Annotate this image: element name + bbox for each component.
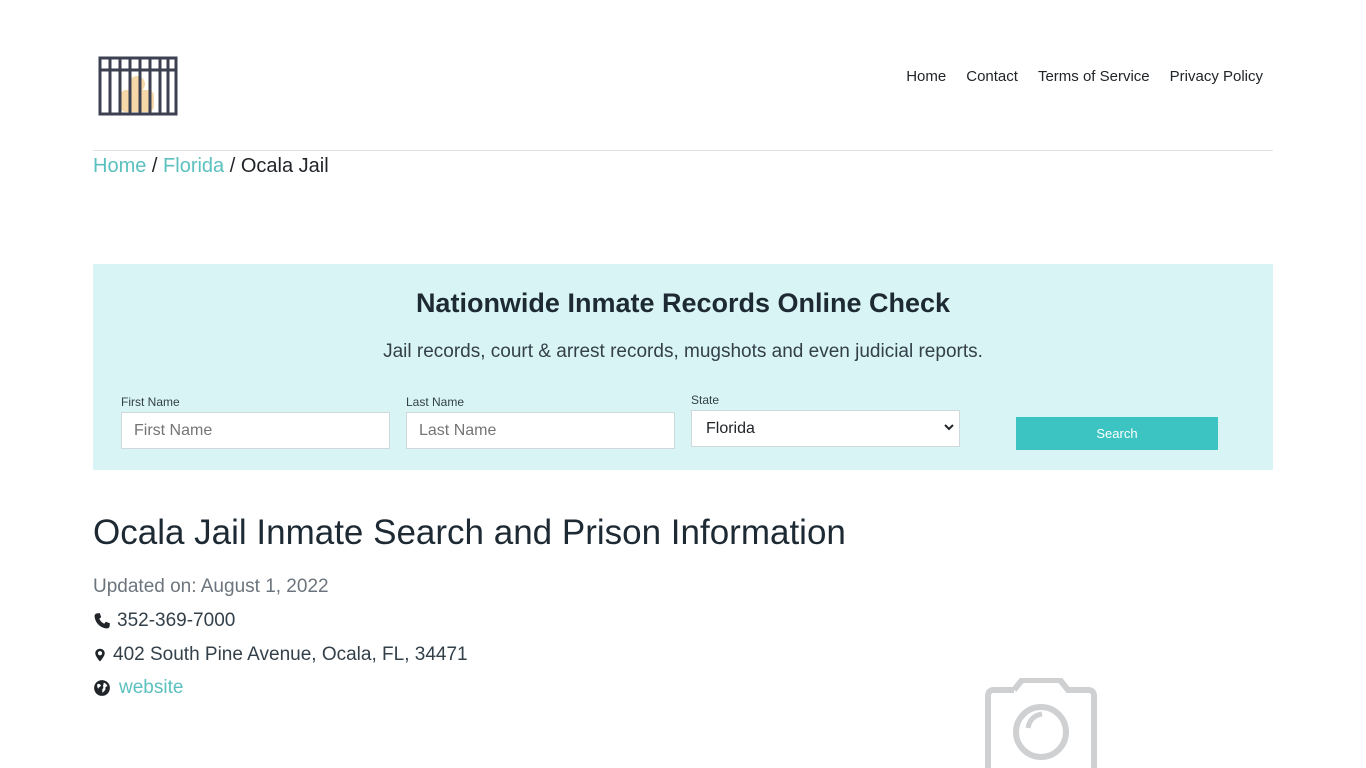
search-title: Nationwide Inmate Records Online Check xyxy=(415,288,951,318)
first-name-group: First Name xyxy=(121,395,390,449)
state-group: State Florida xyxy=(691,393,960,447)
search-panel: Nationwide Inmate Records Online Check J… xyxy=(93,264,1273,470)
search-subtitle: Jail records, court & arrest records, mu… xyxy=(383,341,983,362)
website-line: website xyxy=(93,677,183,699)
last-name-input[interactable] xyxy=(406,412,675,449)
breadcrumb-current: Ocala Jail xyxy=(240,155,329,177)
last-name-label: Last Name xyxy=(406,395,465,409)
breadcrumb-home[interactable]: Home xyxy=(93,155,146,177)
page-title: Ocala Jail Inmate Search and Prison Info… xyxy=(93,513,846,552)
state-select-wrap: Florida xyxy=(691,410,960,447)
breadcrumb: Home / Florida / Ocala Jail xyxy=(93,155,329,178)
phone-line: 352-369-7000 xyxy=(93,610,235,632)
first-name-label: First Name xyxy=(121,395,180,409)
last-name-group: Last Name xyxy=(406,395,675,449)
site-header: Home Contact Terms of Service Privacy Po… xyxy=(93,0,1273,151)
jail-cell-icon[interactable] xyxy=(98,56,178,116)
search-button[interactable]: Search xyxy=(1016,417,1218,450)
phone-number[interactable]: 352-369-7000 xyxy=(117,610,235,632)
address-line: 402 South Pine Avenue, Ocala, FL, 34471 xyxy=(93,644,468,666)
phone-icon xyxy=(94,613,110,629)
nav-privacy[interactable]: Privacy Policy xyxy=(1170,68,1263,85)
nav-home[interactable]: Home xyxy=(906,68,946,85)
state-select[interactable]: Florida xyxy=(691,410,960,447)
map-marker-icon xyxy=(95,648,105,662)
main-nav: Home Contact Terms of Service Privacy Po… xyxy=(906,68,1263,85)
breadcrumb-separator: / xyxy=(151,155,164,177)
chevron-down-icon xyxy=(944,424,954,431)
nav-contact[interactable]: Contact xyxy=(966,68,1018,85)
breadcrumb-separator: / xyxy=(229,155,241,177)
updated-date: Updated on: August 1, 2022 xyxy=(93,576,329,597)
nav-terms[interactable]: Terms of Service xyxy=(1038,68,1150,85)
camera-icon xyxy=(985,678,1097,768)
website-link[interactable]: website xyxy=(119,677,183,699)
first-name-input[interactable] xyxy=(121,412,390,449)
state-label: State xyxy=(691,393,720,407)
globe-icon xyxy=(94,680,110,696)
address-text: 402 South Pine Avenue, Ocala, FL, 34471 xyxy=(113,644,468,665)
breadcrumb-state[interactable]: Florida xyxy=(163,155,224,177)
